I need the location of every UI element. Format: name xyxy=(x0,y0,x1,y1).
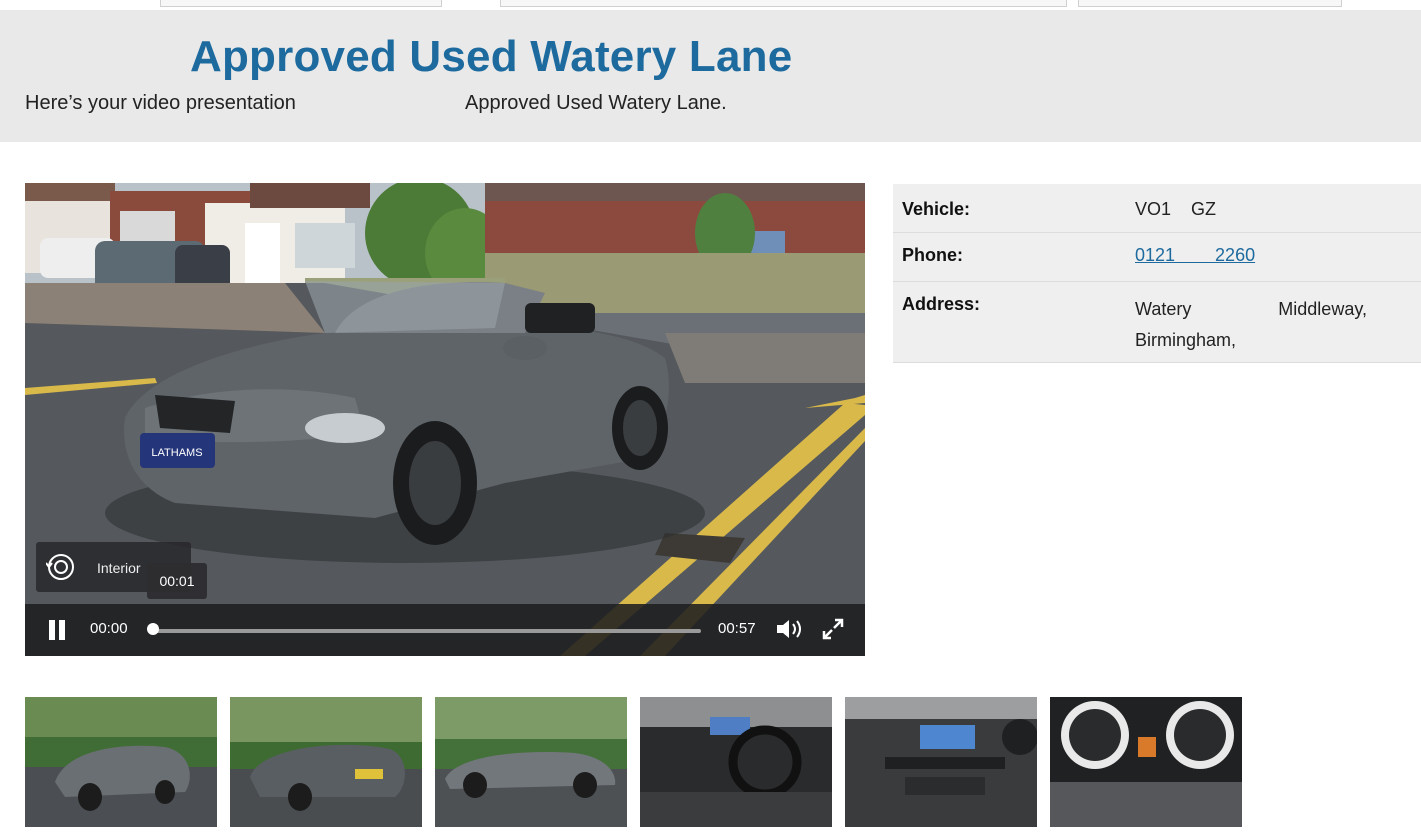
car-photo-icon xyxy=(230,697,422,827)
thumbnail-dashboard-interior[interactable] xyxy=(640,697,832,827)
subtitle-right: Approved Used Watery Lane. xyxy=(465,92,727,114)
info-row-address: Address: Watery Middleway, Birmingham, xyxy=(893,282,1421,363)
pause-icon-bar xyxy=(59,620,65,640)
thumbnail-front-exterior[interactable] xyxy=(25,697,217,827)
address-line2: Birmingham, xyxy=(1135,330,1237,350)
car-photo-icon xyxy=(640,697,832,827)
thumbnail-rear-exterior[interactable] xyxy=(230,697,422,827)
car-photo-icon xyxy=(435,697,627,827)
phone-label: Phone: xyxy=(902,245,963,265)
top-field-middle xyxy=(500,0,1067,7)
subtitle-left: Here’s your video presentation xyxy=(25,92,296,114)
car-photo-icon xyxy=(1050,697,1242,827)
top-strip xyxy=(0,0,1421,10)
thumbnail-side-exterior[interactable] xyxy=(435,697,627,827)
video-player[interactable]: LATHAMS Interior 00:01 00:00 00:57 xyxy=(25,183,865,656)
interior-label: Interior xyxy=(97,560,141,576)
video-controls: 00:00 00:57 xyxy=(25,604,865,656)
thumbnail-instrument-cluster[interactable] xyxy=(1050,697,1242,827)
number-plate-text: LATHAMS xyxy=(151,447,202,459)
dealer-info-table: Vehicle: VO1 GZ Phone: 0121 2260 Address… xyxy=(893,184,1421,363)
pause-icon-bar xyxy=(49,620,55,640)
info-row-phone: Phone: 0121 2260 xyxy=(893,233,1421,282)
vehicle-value: VO1 GZ xyxy=(1135,199,1217,219)
address-value: Watery Middleway, Birmingham, xyxy=(1135,294,1415,356)
car-photo-icon xyxy=(845,697,1037,827)
pause-button[interactable] xyxy=(47,620,67,640)
progress-track[interactable] xyxy=(153,629,701,633)
page-title: Approved Used Watery Lane xyxy=(190,32,793,81)
vehicle-label: Vehicle: xyxy=(902,199,971,219)
top-field-right xyxy=(1078,0,1342,7)
current-time: 00:00 xyxy=(90,620,128,637)
top-field-left xyxy=(160,0,442,7)
address-line1-part2: Middleway, xyxy=(1278,299,1367,319)
total-time: 00:57 xyxy=(718,620,756,637)
info-row-vehicle: Vehicle: VO1 GZ xyxy=(893,184,1421,233)
progress-handle[interactable] xyxy=(147,623,159,635)
seek-tooltip: 00:01 xyxy=(147,563,207,599)
fullscreen-icon[interactable] xyxy=(821,617,845,641)
address-label: Address: xyxy=(902,294,981,314)
thumbnail-console-interior[interactable] xyxy=(845,697,1037,827)
volume-icon[interactable] xyxy=(775,616,805,642)
car-photo-icon xyxy=(25,697,217,827)
address-line1-part1: Watery xyxy=(1135,299,1192,319)
360-rotate-icon xyxy=(46,554,74,580)
phone-link[interactable]: 0121 2260 xyxy=(1135,245,1255,265)
header-banner: Approved Used Watery Lane Here’s your vi… xyxy=(0,10,1421,142)
